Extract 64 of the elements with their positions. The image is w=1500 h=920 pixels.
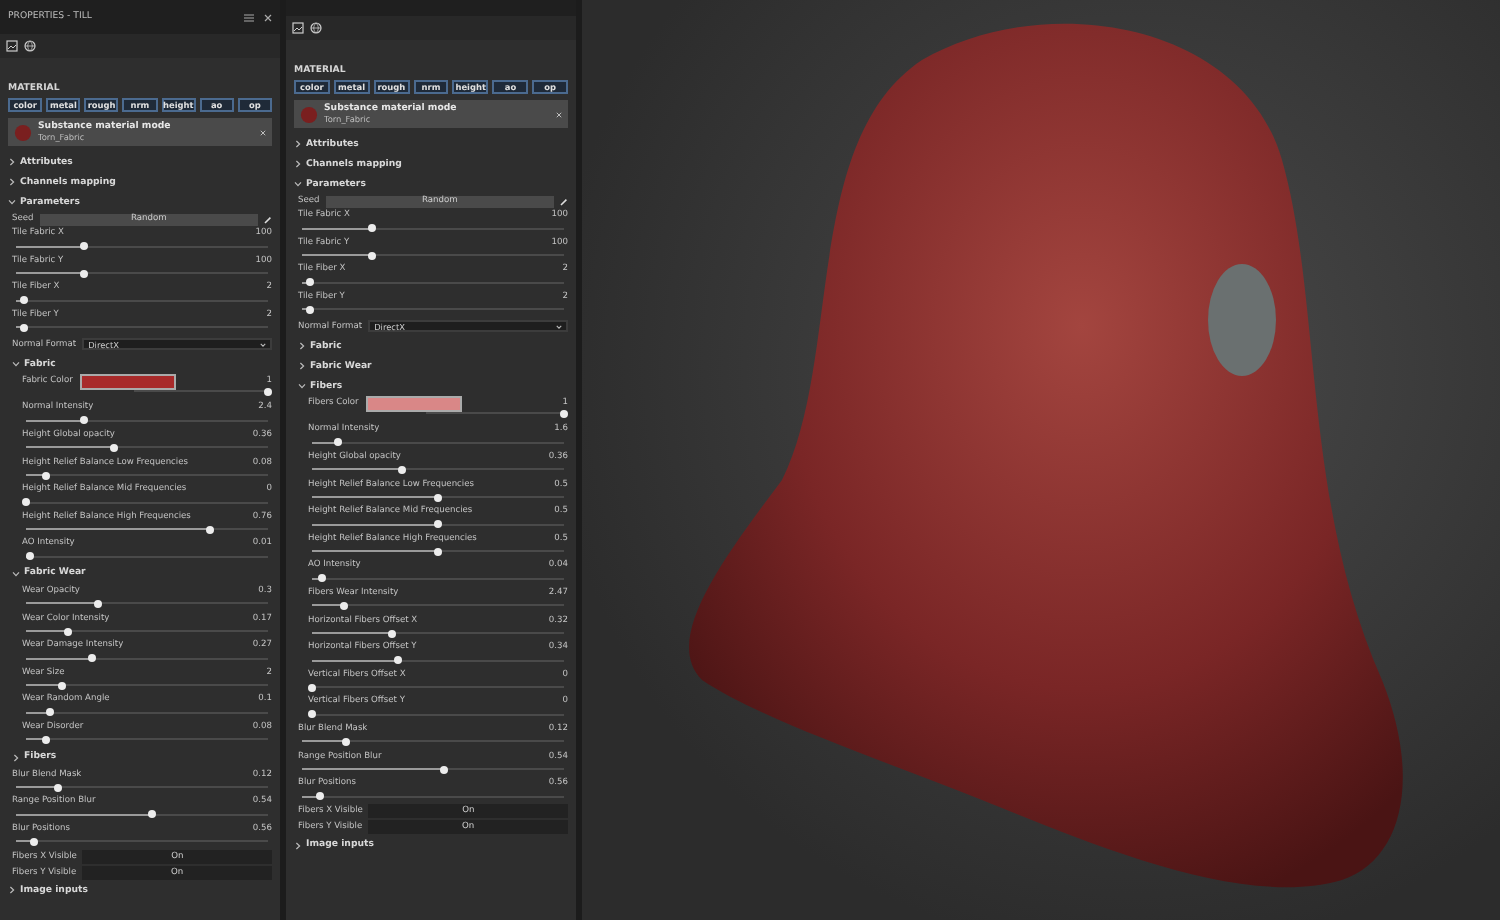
slider-thumb[interactable] bbox=[388, 629, 397, 638]
slider-thumb[interactable] bbox=[26, 552, 35, 561]
slider-thumb[interactable] bbox=[41, 735, 50, 744]
globe-icon[interactable] bbox=[24, 40, 36, 52]
slider-thumb[interactable] bbox=[264, 387, 272, 396]
texture-icon[interactable] bbox=[6, 40, 18, 52]
slider-thumb[interactable] bbox=[19, 296, 28, 305]
slider-thumb[interactable] bbox=[58, 681, 67, 690]
close-icon[interactable] bbox=[556, 111, 562, 117]
slider-thumb[interactable] bbox=[333, 438, 342, 447]
chevron-right-icon[interactable] bbox=[8, 158, 16, 166]
slider-thumb[interactable] bbox=[109, 443, 118, 452]
slider-thumb[interactable] bbox=[434, 520, 442, 529]
material-sphere-icon bbox=[14, 123, 32, 141]
slider-thumb[interactable] bbox=[46, 708, 55, 717]
slider-thumb[interactable] bbox=[340, 601, 349, 610]
chevron-right-icon[interactable] bbox=[294, 841, 302, 850]
slider-thumb[interactable] bbox=[305, 305, 314, 314]
chevron-right-icon[interactable] bbox=[8, 886, 16, 895]
chevron-right-icon[interactable] bbox=[8, 178, 16, 186]
slider-thumb[interactable] bbox=[29, 837, 38, 846]
slider-thumb[interactable] bbox=[368, 224, 377, 232]
globe-icon[interactable] bbox=[310, 22, 322, 34]
slider-thumb[interactable] bbox=[80, 416, 89, 425]
pencil-icon[interactable] bbox=[264, 215, 272, 223]
color-swatch[interactable] bbox=[80, 373, 177, 390]
chevron-right-icon[interactable] bbox=[294, 140, 302, 148]
close-icon[interactable] bbox=[260, 129, 266, 135]
material-sphere-icon bbox=[300, 105, 318, 123]
chevron-right-icon[interactable] bbox=[294, 160, 302, 168]
slider-thumb[interactable] bbox=[316, 792, 325, 801]
slider-thumb[interactable] bbox=[368, 251, 377, 260]
slider-thumb[interactable] bbox=[54, 783, 63, 791]
slider-thumb[interactable] bbox=[205, 525, 214, 534]
slider-thumb[interactable] bbox=[318, 574, 327, 583]
slider-thumb[interactable] bbox=[19, 323, 28, 332]
slider-thumb[interactable] bbox=[560, 409, 568, 418]
slider-thumb[interactable] bbox=[87, 654, 96, 663]
slider-thumb[interactable] bbox=[80, 269, 89, 278]
texture-icon[interactable] bbox=[292, 22, 304, 34]
chevron-down-icon[interactable] bbox=[8, 198, 16, 206]
color-swatch[interactable] bbox=[366, 395, 463, 412]
slider-thumb[interactable] bbox=[434, 493, 442, 502]
menu-icon[interactable] bbox=[244, 13, 254, 21]
slider-thumb[interactable] bbox=[434, 547, 442, 556]
close-icon[interactable] bbox=[264, 13, 272, 21]
chevron-right-icon[interactable] bbox=[12, 753, 20, 761]
chevron-down-icon[interactable] bbox=[294, 180, 302, 188]
pencil-icon[interactable] bbox=[560, 197, 568, 205]
slider-thumb[interactable] bbox=[308, 710, 316, 719]
slider-thumb[interactable] bbox=[342, 737, 351, 746]
chevron-right-icon[interactable] bbox=[298, 342, 306, 351]
slider-thumb[interactable] bbox=[63, 627, 72, 636]
slider-thumb[interactable] bbox=[398, 465, 407, 474]
slider-thumb[interactable] bbox=[80, 242, 89, 250]
slider-thumb[interactable] bbox=[439, 765, 448, 773]
slider-thumb[interactable] bbox=[393, 656, 402, 665]
chevron-right-icon[interactable] bbox=[298, 362, 306, 371]
slider-thumb[interactable] bbox=[148, 810, 157, 819]
slider-thumb[interactable] bbox=[94, 599, 103, 608]
slider-thumb[interactable] bbox=[22, 498, 30, 507]
slider-thumb[interactable] bbox=[41, 471, 50, 480]
slider-thumb[interactable] bbox=[308, 683, 316, 692]
slider-thumb[interactable] bbox=[305, 278, 314, 287]
